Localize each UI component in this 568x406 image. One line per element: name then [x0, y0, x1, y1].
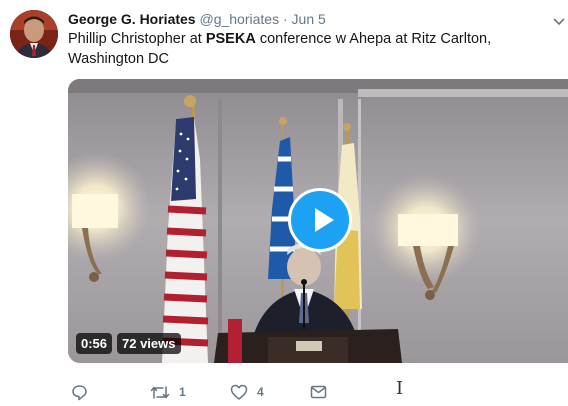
reply-button[interactable]	[71, 380, 97, 404]
play-icon	[315, 208, 334, 232]
video-player[interactable]: 0:56 72 views	[68, 79, 568, 363]
video-views-badge: 72 views	[117, 333, 181, 354]
tweet-text-part: Phillip Christopher at	[68, 31, 206, 47]
video-duration-badge: 0:56	[76, 333, 113, 354]
heart-icon	[230, 384, 248, 400]
retweet-count: 1	[179, 385, 186, 399]
tweet-header: George G. Horiates @g_horiates · Jun 5	[68, 10, 548, 28]
text-cursor-icon: I	[396, 378, 404, 399]
retweet-button[interactable]: 1	[150, 380, 186, 404]
tweet-actions: 1 4	[68, 380, 548, 404]
chevron-down-icon[interactable]	[552, 14, 566, 26]
avatar[interactable]	[10, 10, 58, 58]
direct-message-button[interactable]	[310, 380, 327, 404]
author-name[interactable]: George G. Horiates	[68, 11, 196, 27]
tweet-date[interactable]: Jun 5	[292, 11, 326, 27]
play-button[interactable]	[288, 188, 352, 252]
retweet-icon	[150, 385, 170, 399]
hashtag-text: PSEKA	[205, 31, 256, 47]
author-handle[interactable]: @g_horiates	[199, 11, 279, 27]
separator-dot: ·	[282, 11, 288, 27]
tweet-text: Phillip Christopher at PSEKA conference …	[68, 29, 563, 69]
like-count: 4	[257, 385, 264, 399]
envelope-icon	[310, 385, 327, 399]
reply-icon	[72, 384, 87, 400]
like-button[interactable]: 4	[230, 380, 264, 404]
